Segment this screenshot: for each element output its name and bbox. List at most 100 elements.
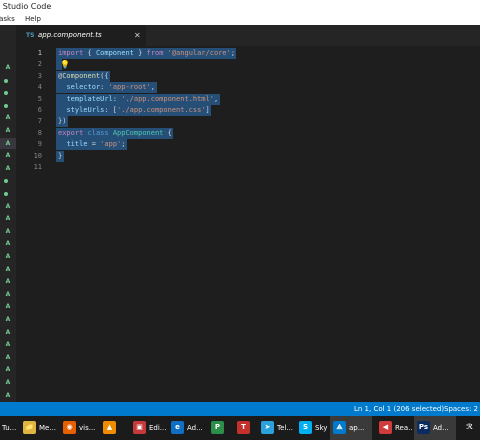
line-number: 3 — [37, 71, 42, 80]
taskbar-label: Edi... — [149, 424, 166, 432]
git-added-badge: A — [5, 114, 11, 122]
git-added-badge: A — [5, 341, 11, 349]
git-modified-dot — [4, 91, 8, 96]
app-icon: ➤ — [261, 421, 274, 434]
git-added-badge: A — [5, 366, 11, 374]
code-token: { — [83, 49, 96, 57]
git-added-badge: A — [5, 215, 11, 223]
code-line[interactable]: title = 'app'; — [58, 139, 125, 150]
taskbar-label: Tu... — [2, 424, 17, 432]
git-added-badge: A — [5, 316, 11, 323]
code-token: Component — [95, 49, 134, 57]
taskbar-app-11[interactable]: ◀Rea... — [376, 416, 412, 440]
code-token: selector — [66, 83, 101, 92]
taskbar-app-9[interactable]: S Sky — [296, 416, 328, 440]
code-line[interactable]: import { Component } from '@angular/core… — [58, 48, 235, 59]
line-number: 6 — [37, 106, 42, 114]
code-token: styleUrls — [66, 106, 105, 114]
cursor-position[interactable]: Ln 1, Col 1 (206 selected) — [354, 402, 444, 416]
git-added-badge: A — [5, 353, 11, 361]
git-added-badge: A — [0, 137, 16, 149]
git-added-badge: A — [5, 328, 11, 336]
code-line[interactable]: selector: 'app-root', — [58, 82, 155, 93]
app-icon: 📁 — [23, 421, 36, 434]
code-token: }) — [58, 117, 67, 126]
line-number: 11 — [33, 163, 42, 171]
app-icon: ▣ — [133, 421, 146, 434]
code-token: , — [213, 94, 219, 103]
code-token: './app.component.css' — [117, 106, 206, 114]
code-line[interactable]: } — [58, 151, 62, 162]
code-line[interactable]: export class AppComponent { — [58, 128, 172, 139]
code-token: class — [87, 128, 109, 137]
git-added-badge: A — [5, 290, 11, 298]
taskbar-app-1[interactable]: 📁 Me... — [20, 416, 58, 440]
taskbar-app-4[interactable]: ▣ Edi... — [130, 416, 166, 440]
code-line[interactable]: }) — [58, 116, 66, 127]
code-token: { — [163, 128, 172, 137]
code-token: Component — [62, 71, 101, 80]
taskbar-label: Me... — [39, 424, 57, 432]
code-token: ; — [230, 49, 236, 57]
app-icon: P — [211, 421, 224, 434]
code-token: : — [100, 83, 109, 92]
git-modified-dot — [4, 103, 8, 108]
taskbar-app-10[interactable]: ⟁ ap... — [330, 416, 372, 440]
code-token: import — [58, 49, 84, 57]
taskbar-label: Ad... — [433, 424, 449, 432]
menu-tasks[interactable]: Tasks — [0, 13, 15, 25]
code-editor[interactable]: 1 import { Component } from '@angular/cor… — [16, 46, 480, 402]
git-modified-dot — [4, 179, 8, 184]
taskbar-app-13[interactable]: ℛ — [460, 416, 480, 440]
app-icon: ⟁ — [333, 421, 346, 434]
lightbulb-icon[interactable]: 💡 — [60, 59, 70, 70]
taskbar-app-0[interactable]: Tu... — [0, 416, 18, 440]
line-number: 5 — [37, 94, 42, 103]
taskbar-app-6[interactable]: P — [208, 416, 232, 440]
app-icon: ℛ — [463, 421, 476, 434]
code-line[interactable]: @Component({ — [58, 71, 109, 82]
status-bar: Ln 1, Col 1 (206 selected) Spaces: 2 — [0, 402, 480, 416]
app-icon: ◀ — [379, 421, 392, 434]
git-added-badge: A — [5, 127, 11, 134]
close-icon[interactable]: ✕ — [134, 25, 141, 46]
typescript-file-icon: TS — [26, 32, 35, 39]
line-number: 8 — [37, 128, 42, 137]
app-icon: ▲ — [103, 421, 116, 434]
explorer-git-status-strip: AAAAAAAAAAAAAAAAAAAAAA — [0, 25, 16, 402]
taskbar-label: Sky — [315, 424, 328, 432]
taskbar-app-12[interactable]: Ps Ad... — [414, 416, 456, 440]
menu-bar: Tasks Help — [0, 13, 480, 25]
code-token: AppComponent — [112, 128, 164, 137]
code-token: './app.component.html' — [121, 94, 214, 103]
tab-app-component-ts[interactable]: TS app.component.ts ✕ — [16, 25, 146, 46]
tab-label: app.component.ts — [38, 31, 102, 39]
git-added-badge: A — [5, 253, 11, 260]
taskbar-app-5[interactable]: e Ad... — [168, 416, 206, 440]
git-added-badge: A — [5, 164, 11, 172]
indentation-setting[interactable]: Spaces: 2 — [444, 402, 478, 416]
code-line[interactable]: templateUrl: './app.component.html', — [58, 94, 218, 105]
editor-tab-bar: TS app.component.ts ✕ — [16, 25, 480, 46]
code-token: '@angular/core' — [167, 49, 231, 57]
code-token: , — [150, 83, 155, 92]
line-number: 10 — [33, 151, 42, 160]
taskbar-label: ap... — [349, 424, 365, 432]
code-token: : [ — [104, 106, 118, 114]
title-bar: l Studio Code — [0, 0, 480, 13]
taskbar-label: Ad... — [187, 424, 203, 432]
taskbar-app-7[interactable]: T — [234, 416, 256, 440]
taskbar-app-2[interactable]: ◉ vis... — [60, 416, 98, 440]
code-token: ({ — [100, 71, 109, 80]
menu-help[interactable]: Help — [25, 13, 41, 25]
git-added-badge: A — [5, 227, 11, 235]
taskbar-app-3[interactable]: ▲ — [100, 416, 128, 440]
code-token: : — [112, 94, 122, 103]
line-number: 9 — [37, 140, 42, 149]
code-line[interactable]: styleUrls: ['./app.component.css'] — [58, 105, 210, 116]
window-title: l Studio Code — [0, 2, 52, 11]
git-added-badge: A — [5, 391, 11, 399]
code-token: ] — [205, 106, 210, 114]
taskbar-app-8[interactable]: ➤ Tel... — [258, 416, 294, 440]
git-added-badge: A — [5, 278, 11, 286]
